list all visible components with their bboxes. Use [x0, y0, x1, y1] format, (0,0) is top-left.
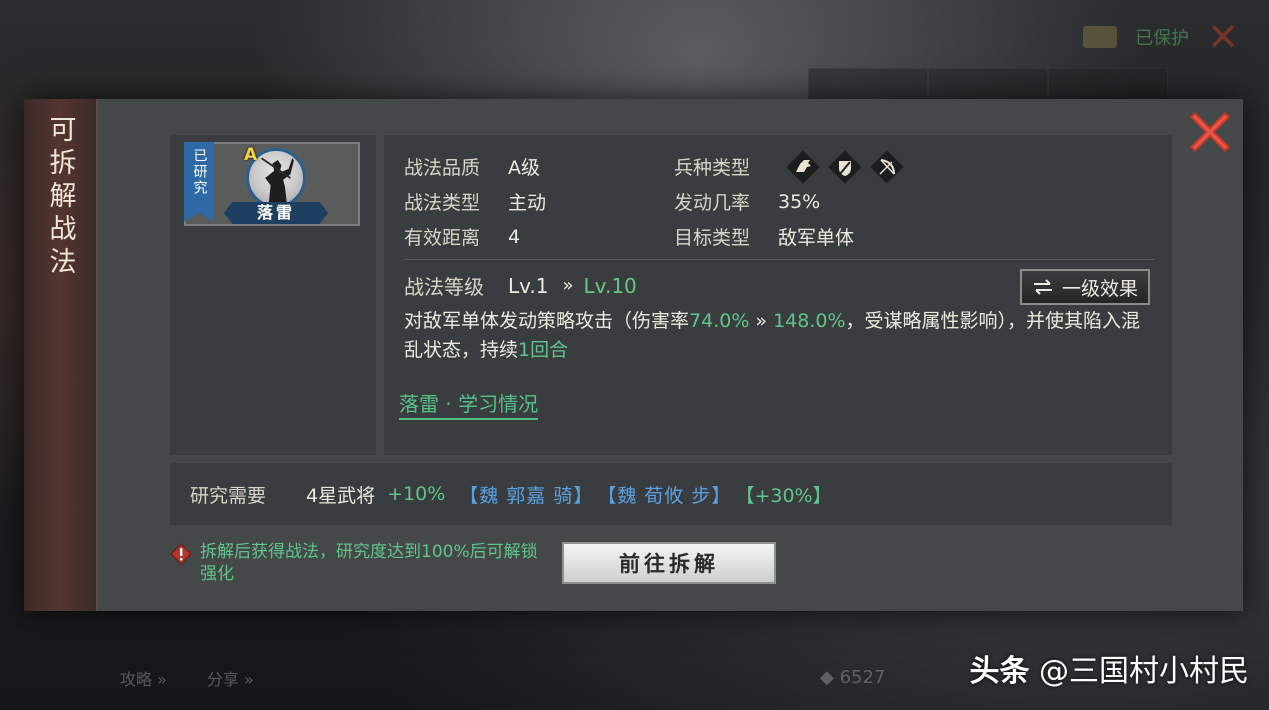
troop-row: 兵种类型 [674, 149, 928, 184]
desc-part1: 对敌军单体发动策略攻击（伤害率 [404, 310, 690, 332]
go-disassemble-button[interactable]: 前往拆解 [562, 542, 776, 584]
warning-notice: 拆解后获得战法，研究度达到100%后可解锁强化 [170, 541, 540, 585]
warning-text: 拆解后获得战法，研究度达到100%后可解锁强化 [200, 542, 538, 584]
requirement-general-guojia[interactable]: 【魏 郭嘉 骑】 [459, 481, 593, 508]
researched-tag-text: 已研究 [191, 148, 208, 196]
learn-status-link[interactable]: 落雷 · 学习情况 [399, 388, 539, 420]
info-column-2: 兵种类型 发动几率 35% 目标类型 敌军单体 [674, 149, 928, 254]
quality-value: A级 [508, 157, 540, 179]
background-bottom-bar: 攻略 » 分享 » [120, 666, 254, 690]
range-row: 有效距离 4 [404, 219, 658, 254]
level-from: Lv.1 [508, 273, 549, 298]
rate-row: 发动几率 35% [674, 184, 928, 219]
skill-description: 对敌军单体发动策略攻击（伤害率74.0% » 148.0%，受谋略属性影响），并… [404, 307, 1149, 365]
diamond-counter: ◆ 6527 [820, 667, 886, 688]
skill-name: 落雷 [224, 202, 328, 224]
watermark: 头条 @三国村小村民 [969, 646, 1249, 690]
side-title-banner: 可拆解战法 [24, 99, 98, 611]
crown-icon [1083, 26, 1118, 48]
requirement-value: 4星武将 [306, 484, 376, 507]
skill-info-panel: 战法品质 A级 战法类型 主动 有效距离 4 兵种类型 发动几率 35% 目标类… [384, 135, 1172, 455]
disassemble-dialog: 可拆解战法 已研究 A 落雷 战法品质 A级 战法类型 主动 有效距离 4 兵种… [24, 99, 1243, 611]
target-value: 敌军单体 [778, 227, 855, 249]
level-label: 战法等级 [404, 275, 484, 299]
requirement-extra-bonus: 【+30%】 [735, 484, 832, 507]
swap-icon [1033, 279, 1052, 295]
grade-letter: A [244, 145, 258, 165]
type-label: 战法类型 [404, 192, 481, 214]
protect-status: 已保护 [1135, 28, 1190, 49]
skill-card[interactable]: 已研究 A 落雷 [184, 142, 360, 226]
level-effect-button[interactable]: 一级效果 [1019, 269, 1150, 305]
troop-icons [786, 149, 904, 184]
desc-duration: 1回合 [518, 339, 569, 361]
desc-rate-from: 74.0% [689, 310, 750, 332]
bow-icon [870, 149, 904, 184]
requirement-general-xunyou[interactable]: 【魏 荀攸 步】 [597, 481, 731, 508]
rate-label: 发动几率 [674, 192, 751, 214]
cavalry-icon [786, 149, 820, 184]
share-link: 分享 » [206, 670, 254, 689]
range-label: 有效距离 [404, 227, 481, 249]
quality-label: 战法品质 [404, 157, 481, 179]
troop-label: 兵种类型 [674, 157, 751, 179]
level-effect-label: 一级效果 [1061, 277, 1138, 300]
watermark-brand: 头条 [969, 654, 1030, 689]
level-row: 战法等级 Lv.1 » Lv.10 [404, 271, 637, 300]
quality-row: 战法品质 A级 [404, 149, 658, 184]
researched-tag: 已研究 [184, 142, 214, 222]
desc-rate-to: 148.0% [773, 310, 846, 332]
rate-value: 35% [778, 190, 821, 213]
requirement-bonus: +10% [387, 483, 446, 505]
info-grid: 战法品质 A级 战法类型 主动 有效距离 4 兵种类型 发动几率 35% 目标类… [404, 149, 904, 254]
requirement-panel: 研究需要 4星武将 +10% 【魏 郭嘉 骑】 【魏 荀攸 步】 【+30%】 [170, 463, 1172, 525]
side-title: 可拆解战法 [44, 115, 76, 280]
strategy-link: 攻略 » [120, 670, 167, 689]
level-arrow: » [562, 275, 574, 296]
background-close-icon: ✕ [1207, 15, 1239, 59]
target-row: 目标类型 敌军单体 [674, 219, 928, 254]
type-value: 主动 [508, 192, 547, 214]
range-value: 4 [508, 225, 521, 248]
skill-card-panel: 已研究 A 落雷 [170, 135, 376, 455]
level-to: Lv.10 [583, 273, 637, 298]
shield-icon [828, 149, 862, 184]
info-divider [404, 259, 1154, 260]
type-row: 战法类型 主动 [404, 184, 658, 219]
target-label: 目标类型 [674, 227, 751, 249]
watermark-account: @三国村小村民 [1039, 654, 1249, 689]
diamond-value: 6527 [839, 667, 886, 688]
desc-arrow: » [749, 310, 774, 332]
warning-icon [170, 543, 192, 565]
close-icon[interactable] [1189, 111, 1231, 153]
requirement-label: 研究需要 [190, 484, 267, 507]
background-top-bar: 已保护 ✕ [1083, 18, 1239, 56]
